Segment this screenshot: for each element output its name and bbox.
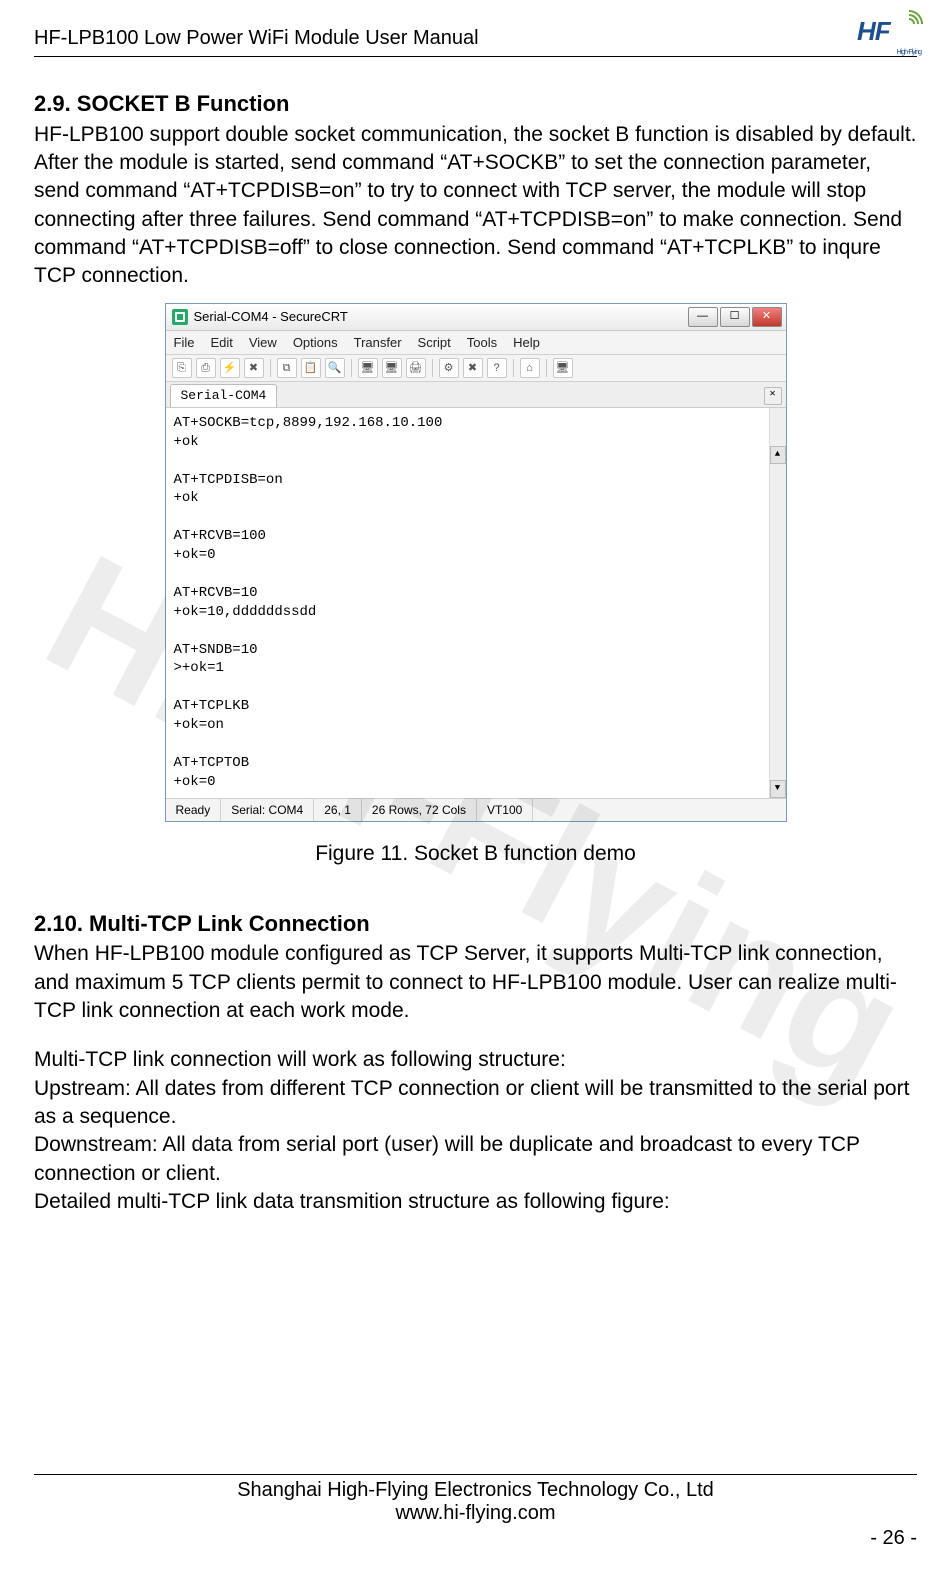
toolbar-icon[interactable]: 🖥 [553, 358, 573, 378]
body-text: Detailed multi-TCP link data transmition… [34, 1188, 917, 1216]
terminal-output[interactable]: AT+SOCKB=tcp,8899,192.168.10.100 +ok AT+… [166, 408, 786, 798]
menubar: File Edit View Options Transfer Script T… [166, 331, 786, 356]
toolbar-icon[interactable]: ⚡ [220, 358, 240, 378]
toolbar-icon[interactable]: ⎘ [172, 358, 192, 378]
scroll-down-icon[interactable]: ▼ [770, 780, 786, 798]
session-tab[interactable]: Serial-COM4 [170, 384, 278, 407]
maximize-button[interactable]: ☐ [720, 307, 750, 327]
toolbar-separator [513, 359, 514, 377]
body-text: Downstream: All data from serial port (u… [34, 1131, 917, 1188]
page-footer: Shanghai High-Flying Electronics Technol… [34, 1474, 917, 1550]
toolbar-icon[interactable]: 🖨 [406, 358, 426, 378]
menu-help[interactable]: Help [513, 334, 540, 352]
footer-url: www.hi-flying.com [34, 1502, 917, 1525]
body-text: Multi-TCP link connection will work as f… [34, 1046, 917, 1074]
body-text: Upstream: All dates from different TCP c… [34, 1075, 917, 1132]
terminal-text: AT+SOCKB=tcp,8899,192.168.10.100 +ok AT+… [174, 415, 443, 798]
wifi-icon [909, 10, 923, 24]
running-header: HF-LPB100 Low Power WiFi Module User Man… [34, 16, 917, 57]
toolbar-icon[interactable]: 🖥 [358, 358, 378, 378]
body-text: When HF-LPB100 module configured as TCP … [34, 940, 917, 1025]
menu-edit[interactable]: Edit [210, 334, 232, 352]
footer-company: Shanghai High-Flying Electronics Technol… [34, 1479, 917, 1502]
status-serial: Serial: COM4 [221, 799, 314, 821]
menu-file[interactable]: File [174, 334, 195, 352]
minimize-button[interactable]: — [688, 307, 718, 327]
toolbar-icon[interactable]: 🖥 [382, 358, 402, 378]
section-heading-socket-b: 2.9. SOCKET B Function [34, 89, 917, 119]
tab-bar: Serial-COM4 ✕ [166, 382, 786, 408]
toolbar: ⎘ ⎙ ⚡ ✖ ⧉ 📋 🔍 🖥 🖥 🖨 ⚙ ✖ ? [166, 355, 786, 382]
status-bar: Ready Serial: COM4 26, 1 26 Rows, 72 Col… [166, 798, 786, 821]
status-position: 26, 1 [314, 799, 362, 821]
app-icon [172, 309, 188, 325]
toolbar-icon[interactable]: ⌂ [520, 358, 540, 378]
toolbar-icon[interactable]: ⎙ [196, 358, 216, 378]
logo-subtext: High-Flying [897, 49, 921, 56]
toolbar-icon[interactable]: 📋 [301, 358, 321, 378]
titlebar: Serial-COM4 - SecureCRT — ☐ ✕ [166, 304, 786, 331]
toolbar-icon[interactable]: ⚙ [439, 358, 459, 378]
menu-options[interactable]: Options [293, 334, 338, 352]
section-body-socket-b: HF-LPB100 support double socket communic… [34, 121, 917, 291]
toolbar-icon[interactable]: 🔍 [325, 358, 345, 378]
menu-script[interactable]: Script [418, 334, 451, 352]
toolbar-separator [351, 359, 352, 377]
close-button[interactable]: ✕ [752, 307, 782, 327]
toolbar-icon[interactable]: ✖ [244, 358, 264, 378]
section-heading-multi-tcp: 2.10. Multi-TCP Link Connection [34, 909, 917, 939]
status-rows-cols: 26 Rows, 72 Cols [362, 799, 477, 821]
logo-text: HF [857, 16, 890, 46]
toolbar-separator [270, 359, 271, 377]
scroll-up-icon[interactable]: ▲ [770, 446, 786, 464]
toolbar-icon[interactable]: ? [487, 358, 507, 378]
toolbar-separator [546, 359, 547, 377]
toolbar-icon[interactable]: ⧉ [277, 358, 297, 378]
tab-close-icon[interactable]: ✕ [764, 387, 782, 405]
brand-logo: HF High-Flying [857, 16, 917, 50]
page-number: - 26 - [34, 1527, 917, 1550]
menu-tools[interactable]: Tools [467, 334, 497, 352]
blank-line [34, 1025, 917, 1046]
menu-view[interactable]: View [249, 334, 277, 352]
figure-caption: Figure 11. Socket B function demo [34, 840, 917, 868]
doc-title: HF-LPB100 Low Power WiFi Module User Man… [34, 27, 479, 50]
status-terminal-type: VT100 [477, 799, 533, 821]
securecrt-window: Serial-COM4 - SecureCRT — ☐ ✕ File Edit … [165, 303, 787, 822]
scrollbar[interactable]: ▲ ▼ [769, 408, 786, 798]
menu-transfer[interactable]: Transfer [354, 334, 402, 352]
toolbar-icon[interactable]: ✖ [463, 358, 483, 378]
window-title: Serial-COM4 - SecureCRT [194, 304, 348, 330]
status-ready: Ready [166, 799, 222, 821]
toolbar-separator [432, 359, 433, 377]
